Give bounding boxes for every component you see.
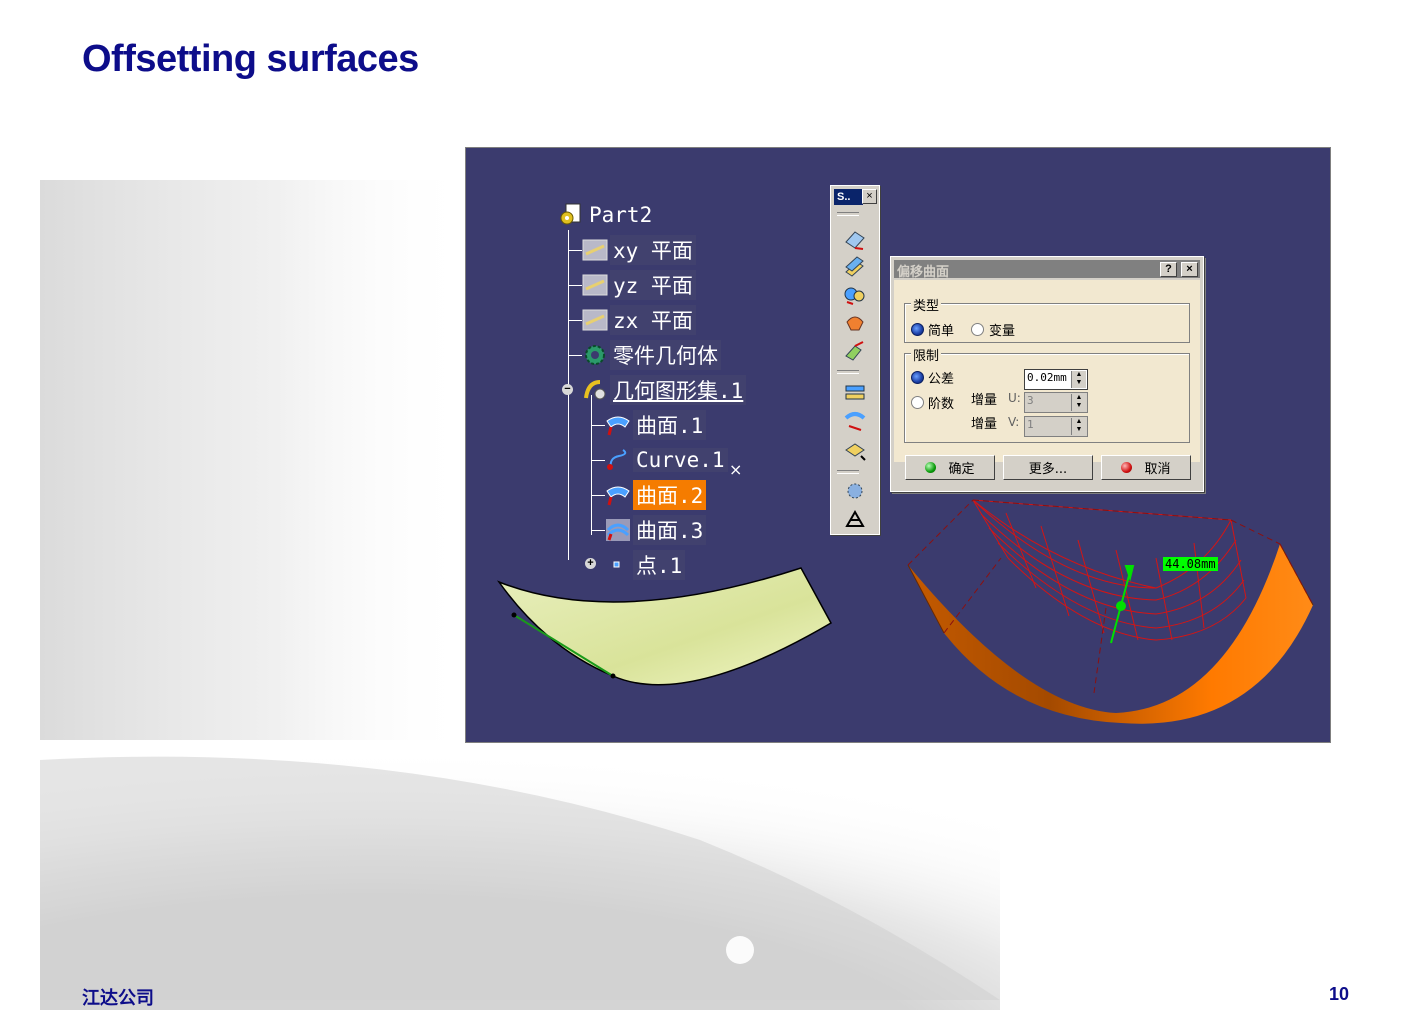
offset-surface-dialog[interactable]: 偏移曲面 ? × 类型 简单 变量 限制 公差 阶数 0.02mm ▲ ▼ 增量… bbox=[890, 256, 1204, 492]
plane-icon bbox=[582, 274, 608, 296]
tree-item-surface-1[interactable]: 曲面.1 bbox=[605, 410, 707, 440]
part-icon bbox=[560, 203, 581, 225]
increment-v-label: 增量 bbox=[971, 417, 998, 432]
point-icon bbox=[613, 561, 620, 568]
tree-item-label: Part2 bbox=[589, 203, 653, 227]
collapse-expander[interactable]: − bbox=[562, 384, 573, 395]
tree-item-surface-3[interactable]: 曲面.3 bbox=[605, 515, 707, 545]
offset-surface-icon bbox=[606, 519, 630, 541]
plane-icon bbox=[582, 309, 608, 331]
tree-item-label: xy 平面 bbox=[610, 235, 696, 265]
transform-icon[interactable] bbox=[841, 438, 869, 464]
tree-item-label: 曲面.3 bbox=[633, 515, 707, 545]
tree-item-zx-plane[interactable]: zx 平面 bbox=[582, 305, 696, 335]
tolerance-radio-label[interactable]: 公差 bbox=[928, 368, 954, 387]
u-axis-label: U: bbox=[1008, 391, 1021, 405]
close-button[interactable]: × bbox=[1181, 262, 1198, 277]
increment-v-spinner[interactable]: 1 ▲ ▼ bbox=[1024, 416, 1088, 437]
tolerance-radio[interactable] bbox=[911, 371, 924, 384]
geometrical-set-icon bbox=[584, 380, 606, 400]
tree-item-label: 曲面.1 bbox=[633, 410, 707, 440]
tree-item-label: 点.1 bbox=[633, 550, 686, 580]
order-radio[interactable] bbox=[911, 396, 924, 409]
surfaces-toolbar[interactable]: S.. × bbox=[830, 185, 880, 535]
dialog-title: 偏移曲面 bbox=[897, 265, 950, 280]
fill-icon[interactable] bbox=[841, 310, 869, 336]
order-radio-label[interactable]: 阶数 bbox=[928, 393, 954, 412]
axis-icon[interactable] bbox=[841, 506, 869, 532]
toolbar-separator bbox=[837, 370, 859, 374]
stray-cross-mark: × bbox=[729, 460, 743, 479]
tree-item-label: zx 平面 bbox=[610, 305, 696, 335]
spinner-arrows-icon[interactable]: ▲ ▼ bbox=[1071, 371, 1086, 388]
catia-3d-viewport[interactable]: − + Part2 xy 平面 yz 平面 zx 平面 零件几何体 几何图形集.… bbox=[465, 147, 1331, 743]
variable-radio[interactable] bbox=[971, 323, 984, 336]
curve-icon bbox=[607, 449, 627, 470]
sweep-icon[interactable] bbox=[841, 282, 869, 308]
tolerance-value[interactable]: 0.02mm bbox=[1027, 371, 1067, 384]
tree-item-surface-2[interactable]: 曲面.2 bbox=[605, 480, 707, 510]
body-gear-icon bbox=[585, 345, 605, 365]
tolerance-spinner[interactable]: 0.02mm ▲ ▼ bbox=[1024, 369, 1088, 390]
extrude-icon[interactable] bbox=[841, 226, 869, 252]
tree-item-point-1[interactable]: 点.1 bbox=[605, 550, 686, 580]
type-group-label: 类型 bbox=[911, 295, 942, 314]
more-button-label: 更多... bbox=[1028, 462, 1068, 477]
tree-item-part2[interactable]: Part2 bbox=[558, 202, 655, 228]
toolbar-grip[interactable] bbox=[837, 212, 859, 216]
green-ball-icon bbox=[925, 462, 937, 473]
surface-1-shape[interactable] bbox=[496, 567, 833, 686]
ok-button[interactable]: 确定 bbox=[905, 455, 995, 480]
more-button[interactable]: 更多... bbox=[1003, 455, 1093, 480]
tree-item-label: yz 平面 bbox=[610, 270, 696, 300]
blend-icon[interactable] bbox=[841, 338, 869, 364]
company-name: 江达公司 bbox=[82, 988, 154, 1008]
simple-radio[interactable] bbox=[911, 323, 924, 336]
tree-item-curve-1[interactable]: Curve.1 bbox=[605, 447, 728, 473]
spinner-arrows-icon[interactable]: ▲ ▼ bbox=[1071, 394, 1086, 411]
law-icon[interactable] bbox=[841, 478, 869, 504]
increment-u-spinner[interactable]: 3 ▲ ▼ bbox=[1024, 392, 1088, 413]
page-number: 10 bbox=[1329, 984, 1350, 1004]
simple-radio-label[interactable]: 简单 bbox=[928, 320, 954, 339]
spinner-arrows-icon[interactable]: ▲ ▼ bbox=[1071, 418, 1086, 435]
tree-item-label: Curve.1 bbox=[633, 448, 728, 472]
surface-icon bbox=[606, 486, 630, 506]
plane-icon bbox=[582, 239, 608, 261]
help-button[interactable]: ? bbox=[1160, 262, 1177, 277]
join-icon[interactable] bbox=[841, 380, 869, 406]
tree-item-part-body[interactable]: 零件几何体 bbox=[582, 340, 721, 370]
increment-u-label: 增量 bbox=[971, 393, 998, 408]
ok-button-label: 确定 bbox=[948, 462, 975, 477]
limit-group-label: 限制 bbox=[911, 345, 942, 364]
slide-title: Offsetting surfaces bbox=[82, 38, 419, 80]
tree-item-label: 几何图形集.1 bbox=[610, 375, 747, 405]
expand-expander[interactable]: + bbox=[585, 558, 596, 569]
tree-item-xy-plane[interactable]: xy 平面 bbox=[582, 235, 696, 265]
limit-groupbox: 限制 公差 阶数 0.02mm ▲▼ 增量 U: 3 ▲▼ 增量 V: 1 bbox=[904, 345, 1190, 443]
tree-item-label: 零件几何体 bbox=[610, 340, 721, 370]
v-axis-label: V: bbox=[1008, 415, 1020, 429]
tree-item-label: 曲面.2 bbox=[633, 480, 707, 510]
toolbar-separator bbox=[837, 470, 859, 474]
cancel-button-label: 取消 bbox=[1144, 462, 1171, 477]
tree-item-yz-plane[interactable]: yz 平面 bbox=[582, 270, 696, 300]
toolbar-close-button[interactable]: × bbox=[862, 189, 877, 204]
offset-icon[interactable] bbox=[841, 254, 869, 280]
cancel-button[interactable]: 取消 bbox=[1101, 455, 1191, 480]
increment-v-value[interactable]: 1 bbox=[1027, 418, 1034, 431]
surface-2-shape[interactable] bbox=[907, 543, 1314, 724]
offset-dimension-label[interactable]: 44.08mm bbox=[1163, 557, 1218, 571]
variable-radio-label[interactable]: 变量 bbox=[989, 320, 1015, 339]
split-icon[interactable] bbox=[841, 408, 869, 434]
dialog-body: 类型 简单 变量 限制 公差 阶数 0.02mm ▲ ▼ 增量 U: 3 ▲ ▼… bbox=[894, 280, 1200, 462]
surface-icon bbox=[606, 416, 630, 436]
dialog-titlebar[interactable]: 偏移曲面 ? × bbox=[894, 260, 1200, 280]
tree-item-geometrical-set[interactable]: 几何图形集.1 bbox=[582, 375, 747, 405]
toolbar-title[interactable]: S.. bbox=[834, 189, 863, 205]
red-ball-icon bbox=[1121, 462, 1133, 473]
type-groupbox: 类型 简单 变量 bbox=[904, 295, 1190, 343]
increment-u-value[interactable]: 3 bbox=[1027, 394, 1034, 407]
